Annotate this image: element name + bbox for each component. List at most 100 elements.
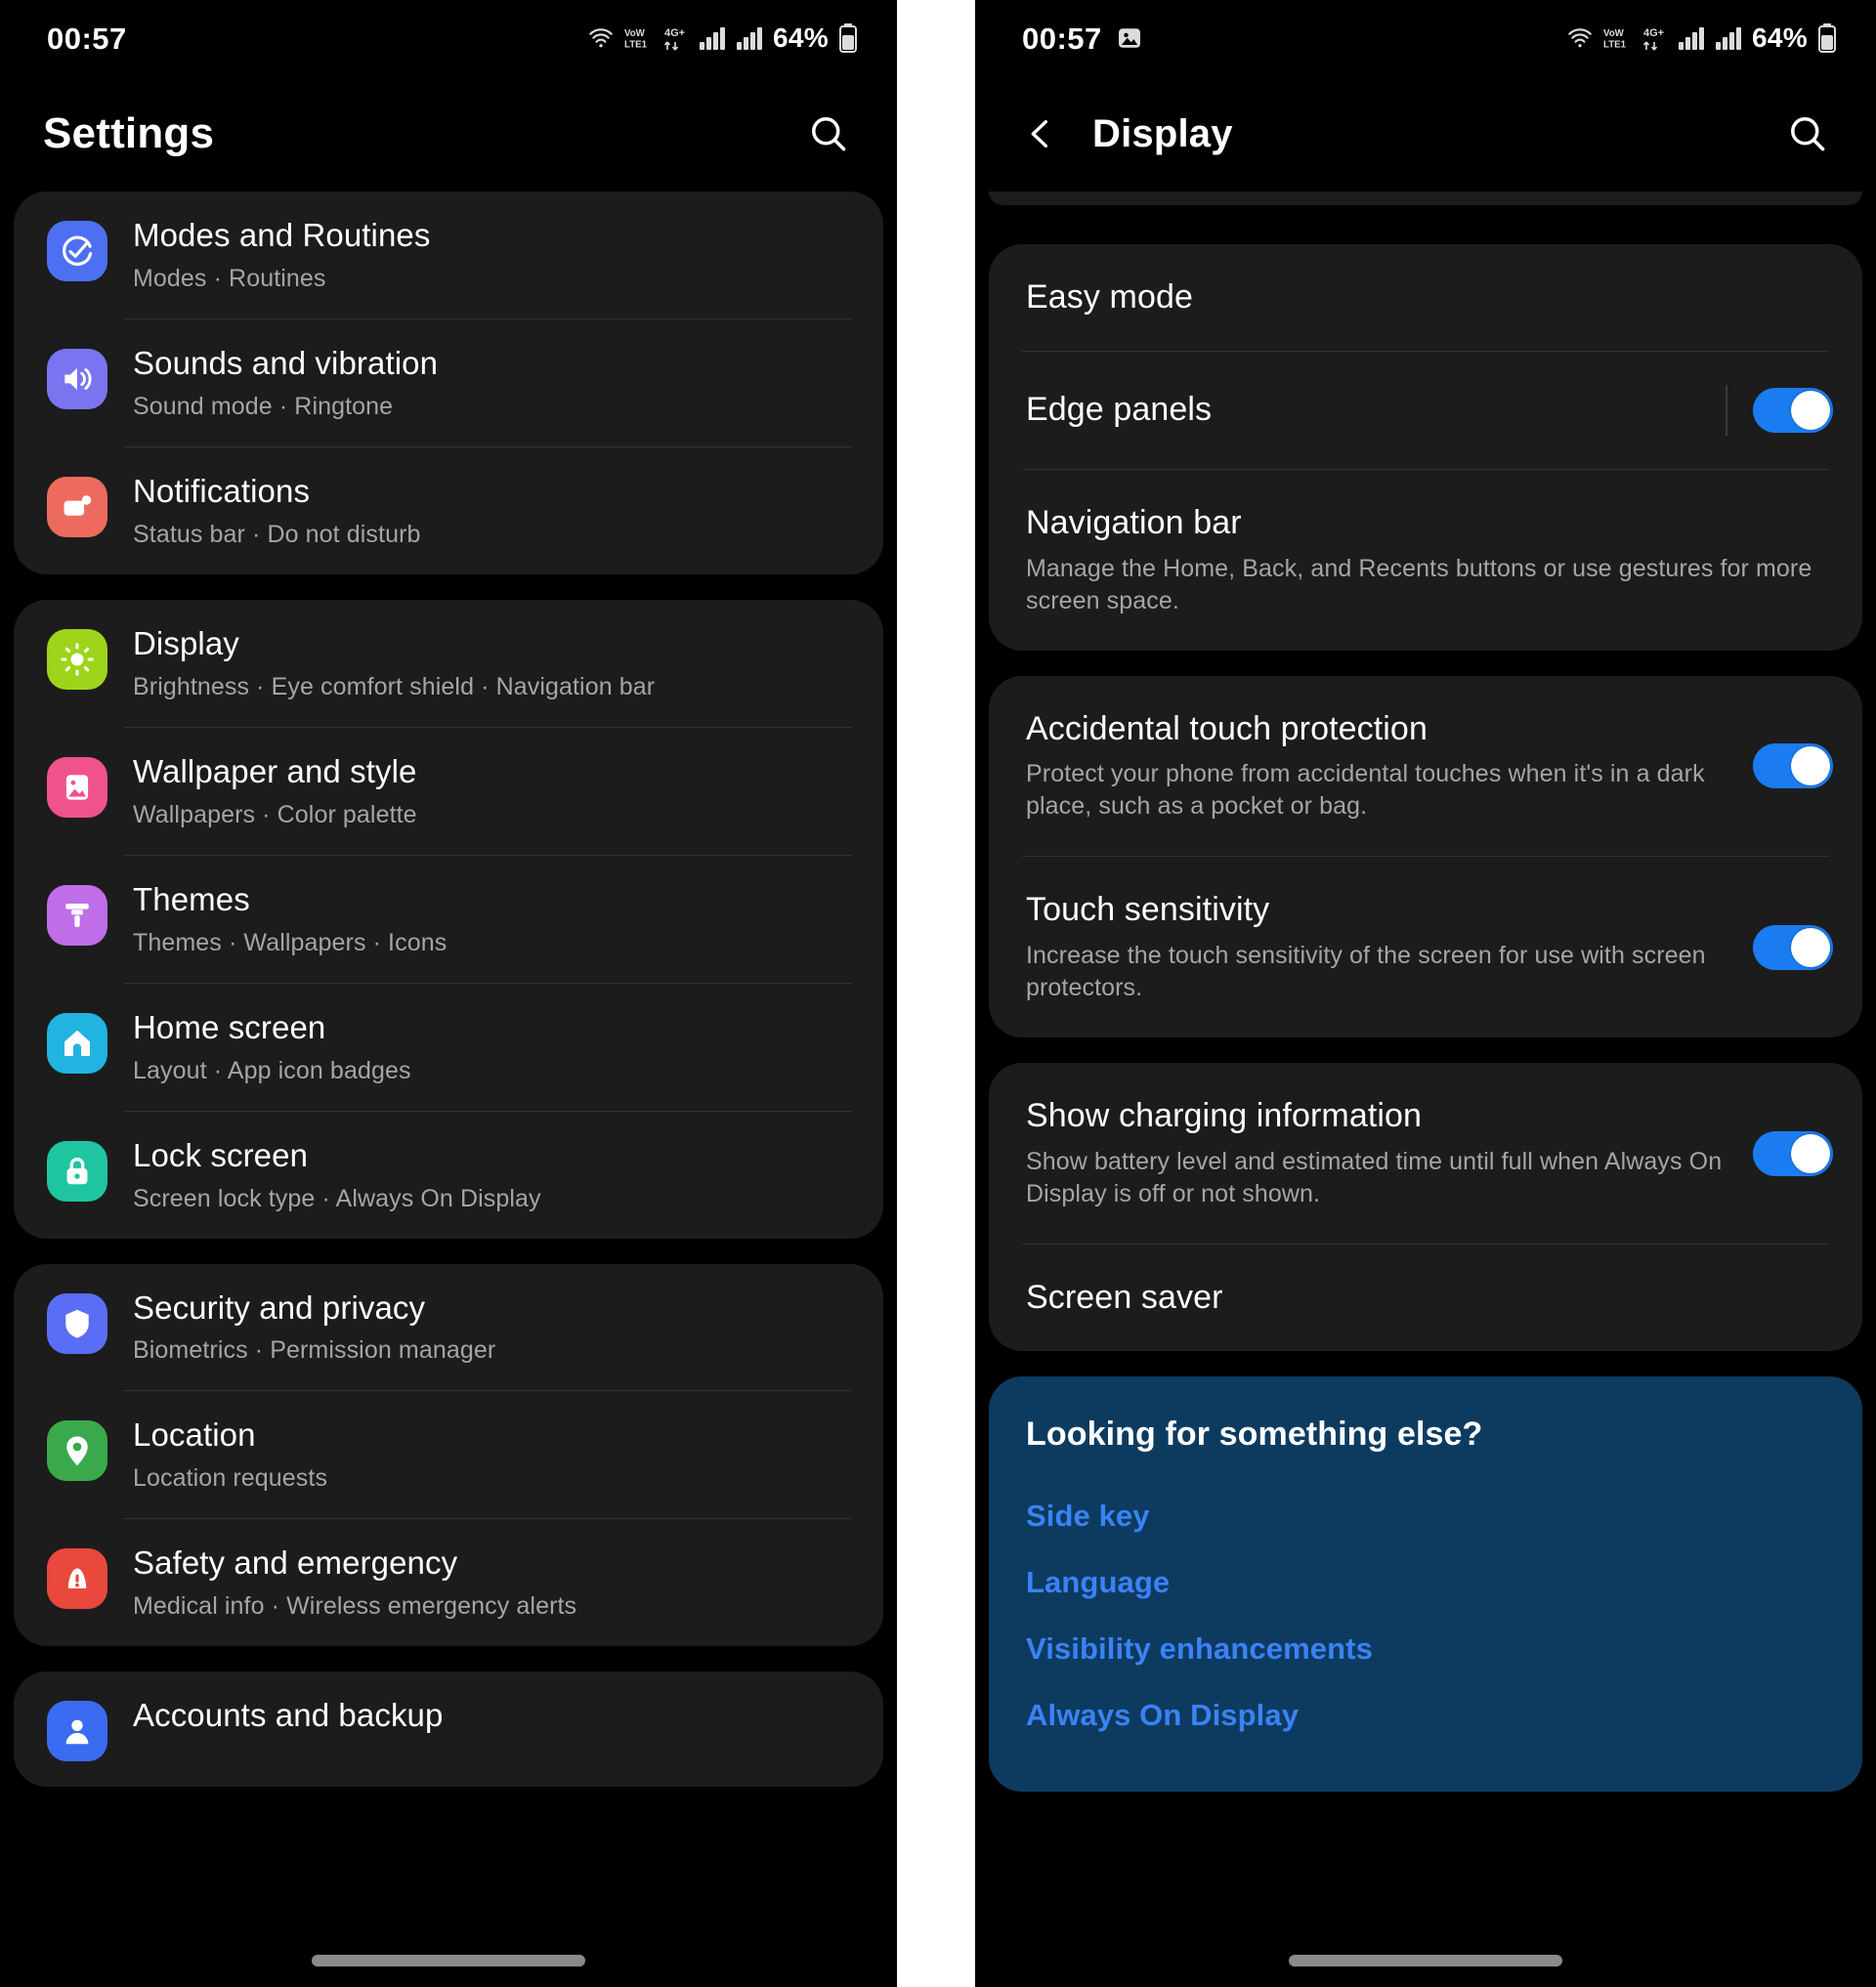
settings-app-bar: Settings — [0, 76, 897, 191]
row-title: Location — [133, 1416, 256, 1454]
display-group-mode-nav: Easy mode Edge panels Navigation bar Man… — [989, 244, 1862, 651]
status-clock: 00:57 — [47, 21, 127, 56]
chevron-left-icon[interactable] — [1018, 107, 1063, 160]
svg-text:VoW: VoW — [624, 28, 646, 39]
pref-row-navigation-bar[interactable]: Navigation bar Manage the Home, Back, an… — [989, 470, 1862, 651]
search-icon[interactable] — [1780, 106, 1835, 161]
sidebar-item-home-screen[interactable]: Home screen Layout · App icon badges — [14, 984, 883, 1111]
row-title: Display — [133, 624, 239, 661]
display-scroll-area[interactable]: Easy mode Edge panels Navigation bar Man… — [975, 191, 1876, 1987]
row-title: Themes — [133, 880, 250, 917]
volte-icon: 4G+ — [1642, 24, 1668, 52]
edge-panels-toggle[interactable] — [1753, 387, 1833, 433]
toggle-divider — [1726, 384, 1727, 436]
row-subtitle: Show battery level and estimated time un… — [1026, 1147, 1723, 1207]
sidebar-item-sounds-and-vibration[interactable]: Sounds and vibration Sound mode · Ringto… — [14, 319, 883, 446]
row-title: Navigation bar — [1026, 503, 1242, 541]
pref-row-show-charging-information[interactable]: Show charging information Show battery l… — [989, 1063, 1862, 1244]
pref-row-accidental-touch-protection[interactable]: Accidental touch protection Protect your… — [989, 676, 1862, 857]
row-texts: Display Brightness · Eye comfort shield … — [133, 625, 852, 701]
touch-sensitivity-toggle[interactable] — [1753, 924, 1833, 970]
wallpaper-icon — [47, 756, 107, 818]
nfc-icon — [1566, 24, 1594, 52]
page-title: Display — [1092, 111, 1233, 155]
panel-separator — [897, 0, 975, 1987]
lock-icon — [47, 1140, 107, 1202]
sidebar-item-location[interactable]: Location Location requests — [14, 1391, 883, 1518]
notifications-icon — [47, 476, 107, 537]
pref-row-edge-panels[interactable]: Edge panels — [989, 352, 1862, 469]
row-texts: Screen saver — [1026, 1278, 1833, 1318]
sidebar-item-accounts-and-backup[interactable]: Accounts and backup — [14, 1671, 883, 1787]
row-title: Show charging information — [1026, 1097, 1423, 1135]
svg-text:4G+: 4G+ — [664, 27, 685, 39]
pref-row-screen-saver[interactable]: Screen saver — [989, 1245, 1862, 1351]
row-title: Accounts and backup — [133, 1697, 444, 1734]
row-subtitle: Brightness · Eye comfort shield · Naviga… — [133, 672, 656, 700]
modes-routines-icon — [47, 221, 107, 281]
info-link-visibility-enhancements[interactable]: Visibility enhancements — [1026, 1616, 1825, 1682]
sidebar-item-wallpaper-and-style[interactable]: Wallpaper and style Wallpapers · Color p… — [14, 728, 883, 855]
row-subtitle: Increase the touch sensitivity of the sc… — [1026, 942, 1706, 1002]
row-title: Notifications — [133, 472, 311, 509]
settings-scroll-area[interactable]: Modes and Routines Modes · Routines Soun… — [0, 191, 897, 1987]
sidebar-item-display[interactable]: Display Brightness · Eye comfort shield … — [14, 600, 883, 727]
toggle-wrap — [1753, 742, 1833, 788]
row-title: Accidental touch protection — [1026, 709, 1428, 747]
row-subtitle: Biometrics · Permission manager — [133, 1336, 496, 1365]
left-status-bar: 00:57 VoW LTE1 4G+ 64% — [0, 0, 897, 76]
status-clock: 00:57 — [1022, 21, 1102, 56]
sidebar-item-security-and-privacy[interactable]: Security and privacy Biometrics · Permis… — [14, 1264, 883, 1391]
row-subtitle: Themes · Wallpapers · Icons — [133, 928, 448, 956]
scrolled-card-sliver — [989, 191, 1862, 205]
display-group-charging: Show charging information Show battery l… — [989, 1063, 1862, 1351]
row-subtitle: Status bar · Do not disturb — [133, 520, 421, 548]
row-texts: Touch sensitivity Increase the touch sen… — [1026, 890, 1753, 1004]
screenshot-root: 00:57 VoW LTE1 4G+ 64% Settings Modes an… — [0, 0, 1876, 1987]
info-link-side-key[interactable]: Side key — [1026, 1483, 1825, 1549]
info-link-always-on-display[interactable]: Always On Display — [1026, 1682, 1825, 1749]
sidebar-item-modes-and-routines[interactable]: Modes and Routines Modes · Routines — [14, 191, 883, 318]
toggle-thumb — [1791, 927, 1830, 967]
row-texts: Show charging information Show battery l… — [1026, 1096, 1753, 1210]
row-title: Wallpaper and style — [133, 752, 417, 789]
row-texts: Navigation bar Manage the Home, Back, an… — [1026, 503, 1833, 617]
row-title: Easy mode — [1026, 278, 1193, 316]
row-subtitle: Medical info · Wireless emergency alerts — [133, 1592, 577, 1621]
pref-row-touch-sensitivity[interactable]: Touch sensitivity Increase the touch sen… — [989, 857, 1862, 1037]
svg-text:LTE1: LTE1 — [1603, 40, 1627, 51]
settings-group-accounts: Accounts and backup — [14, 1671, 883, 1788]
row-texts: Wallpaper and style Wallpapers · Color p… — [133, 753, 852, 829]
row-title: Home screen — [133, 1008, 326, 1045]
row-texts: Home screen Layout · App icon badges — [133, 1009, 852, 1085]
toggle-wrap — [1753, 924, 1833, 970]
sidebar-item-themes[interactable]: Themes Themes · Wallpapers · Icons — [14, 856, 883, 983]
volte-icon: 4G+ — [663, 24, 689, 52]
accidental-touch-protection-toggle[interactable] — [1753, 742, 1833, 788]
row-subtitle: Wallpapers · Color palette — [133, 800, 417, 828]
row-texts: Themes Themes · Wallpapers · Icons — [133, 881, 852, 957]
right-status-bar: 00:57 VoW LTE1 4G+ 64% — [975, 0, 1876, 76]
sidebar-item-safety-and-emergency[interactable]: Safety and emergency Medical info · Wire… — [14, 1519, 883, 1646]
sidebar-item-lock-screen[interactable]: Lock screen Screen lock type · Always On… — [14, 1112, 883, 1239]
toggle-wrap — [1726, 384, 1833, 436]
settings-group-display: Display Brightness · Eye comfort shield … — [14, 599, 883, 1239]
row-subtitle: Sound mode · Ringtone — [133, 392, 394, 420]
sidebar-item-notifications[interactable]: Notifications Status bar · Do not distur… — [14, 447, 883, 574]
svg-text:VoW: VoW — [1603, 28, 1625, 39]
pref-row-easy-mode[interactable]: Easy mode — [989, 244, 1862, 351]
nfc-icon — [587, 24, 615, 52]
accounts-backup-icon — [47, 1701, 107, 1762]
brightness-icon — [47, 628, 107, 690]
status-right-icons: VoW LTE1 4G+ 64% — [1566, 23, 1837, 53]
vowifi-icon: VoW LTE1 — [1603, 24, 1633, 52]
search-icon[interactable] — [801, 106, 856, 161]
home-icon — [47, 1012, 107, 1074]
info-link-language[interactable]: Language — [1026, 1549, 1825, 1616]
show-charging-information-toggle[interactable] — [1753, 1130, 1833, 1176]
row-subtitle: Layout · App icon badges — [133, 1056, 411, 1084]
row-title: Lock screen — [133, 1136, 309, 1173]
row-title: Security and privacy — [133, 1289, 426, 1326]
row-texts: Accidental touch protection Protect your… — [1026, 709, 1753, 824]
screenshot-image-icon — [1116, 24, 1143, 52]
